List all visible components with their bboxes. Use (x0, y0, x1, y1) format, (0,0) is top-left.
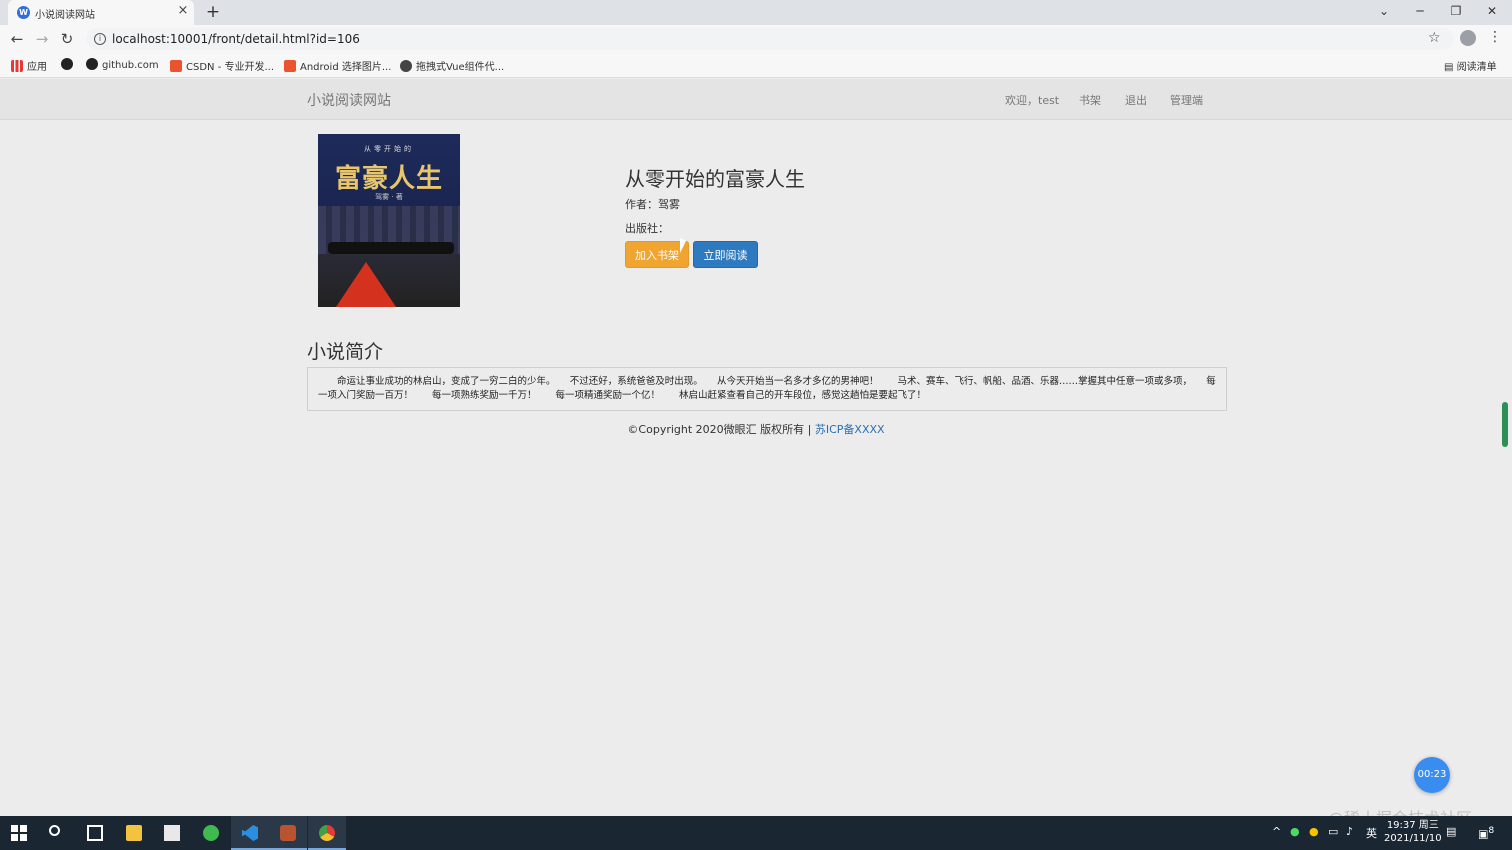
book-publisher: 出版社： (625, 222, 669, 235)
vue-icon (400, 60, 412, 72)
footer-copyright: ©Copyright 2020微眼汇 版权所有 | (627, 423, 815, 436)
notification-count: 8 (1488, 825, 1495, 836)
vscode-icon (242, 825, 258, 841)
bookmark-csdn[interactable]: CSDN - 专业开发... (170, 58, 274, 73)
tab-title: 小说阅读网站 (35, 10, 95, 21)
network-icon[interactable]: ▭ (1328, 825, 1338, 838)
page-content: 小说阅读网站 欢迎，test 书架 退出 管理端 从零开始的 富豪人生 驾雾 ·… (0, 79, 1512, 828)
tab-close-icon[interactable]: × (176, 4, 190, 18)
windows-logo-icon (11, 825, 27, 841)
new-tab-button[interactable]: + (204, 2, 222, 22)
browser-green-icon (203, 825, 219, 841)
windows-taskbar: ^ ● ● ▭ ♪ 英 19:37 周三 2021/11/10 ▤ ▣8 (0, 816, 1512, 850)
taskbar-store[interactable] (153, 816, 191, 850)
bookmark-github[interactable]: github.com (86, 58, 159, 71)
folder-icon (126, 825, 142, 841)
chrome-icon (319, 825, 335, 841)
book-cover-image: 从零开始的 富豪人生 驾雾 · 著 (318, 134, 460, 307)
tray-chevron-icon[interactable]: ^ (1272, 825, 1281, 838)
ime-indicator[interactable]: 英 (1366, 825, 1377, 841)
github-icon (86, 58, 98, 70)
icp-link[interactable]: 苏ICP备XXXX (815, 423, 885, 436)
cover-red-carpet (336, 262, 396, 307)
cover-limousine (328, 242, 454, 254)
csdn-icon (284, 60, 296, 72)
book-author: 作者：驾雾 (625, 198, 680, 211)
notes-icon[interactable]: ▤ (1446, 825, 1456, 838)
taskbar-task-view[interactable] (76, 816, 114, 850)
apps-icon (11, 60, 23, 72)
task-view-icon (87, 825, 103, 841)
cover-subtitle: 从零开始的 (364, 145, 414, 153)
csdn-icon (170, 60, 182, 72)
restore-icon[interactable]: ❐ (1446, 2, 1466, 20)
action-center-icon[interactable]: ▣8 (1478, 825, 1494, 841)
taskbar-browser-360[interactable] (192, 816, 230, 850)
taskbar-vscode[interactable] (231, 816, 269, 850)
intro-text: 命运让事业成功的林启山，变成了一穷二白的少年。 不过还好，系统爸爸及时出现。 从… (307, 367, 1227, 411)
tab-search-chevron-icon[interactable]: ⌄ (1374, 2, 1394, 20)
system-clock[interactable]: 19:37 周三 2021/11/10 (1384, 819, 1442, 845)
browser-tabstrip: W 小说阅读网站 × + ⌄ ─ ❐ ✕ (0, 0, 1512, 25)
clock-date: 2021/11/10 (1384, 833, 1442, 844)
nav-admin[interactable]: 管理端 (1170, 92, 1203, 108)
forward-arrow-icon[interactable]: → (32, 29, 52, 49)
search-icon (49, 825, 60, 836)
browser-menu-icon[interactable]: ⋮ (1488, 29, 1502, 45)
profile-avatar-icon[interactable] (1460, 30, 1476, 46)
back-arrow-icon[interactable]: ← (7, 29, 27, 49)
volume-icon[interactable]: ♪ (1346, 825, 1353, 838)
intro-heading: 小说简介 (307, 341, 384, 363)
site-navbar: 小说阅读网站 欢迎，test 书架 退出 管理端 (0, 79, 1512, 120)
taskbar-chrome[interactable] (308, 816, 346, 850)
minimize-icon[interactable]: ─ (1410, 2, 1430, 20)
app-icon (280, 825, 296, 841)
clock-time: 19:37 周三 (1386, 820, 1439, 831)
nav-bookshelf[interactable]: 书架 (1079, 92, 1101, 108)
github-icon (61, 58, 73, 70)
url-text[interactable]: localhost:10001/front/detail.html?id=106 (112, 32, 360, 46)
cover-author: 驾雾 · 著 (375, 193, 403, 201)
store-icon (164, 825, 180, 841)
bookmark-apps[interactable]: 应用 (11, 58, 47, 73)
taskbar-app[interactable] (269, 816, 307, 850)
taskbar-file-explorer[interactable] (115, 816, 153, 850)
bookmark-star-icon[interactable]: ☆ (1428, 30, 1441, 46)
footer: ©Copyright 2020微眼汇 版权所有 | 苏ICP备XXXX (0, 421, 1512, 437)
browser-toolbar: ← → ↻ i localhost:10001/front/detail.htm… (0, 25, 1512, 53)
reload-icon[interactable]: ↻ (57, 29, 77, 49)
read-now-button[interactable]: 立即阅读 (693, 241, 758, 268)
cover-title: 富豪人生 (334, 164, 443, 194)
reading-list-icon: ▤ (1444, 62, 1457, 73)
site-info-icon[interactable]: i (94, 33, 106, 45)
nav-logout[interactable]: 退出 (1125, 92, 1147, 108)
book-title: 从零开始的富豪人生 (625, 167, 805, 191)
bookmark-github-icon-only[interactable] (61, 58, 77, 71)
close-window-icon[interactable]: ✕ (1482, 2, 1502, 20)
reading-list-button[interactable]: ▤ 阅读清单 (1444, 58, 1497, 73)
page-scrollbar[interactable] (1502, 402, 1508, 447)
bookmark-android[interactable]: Android 选择图片... (284, 58, 391, 73)
site-favicon-icon: W (17, 6, 30, 19)
mouse-cursor-icon (680, 238, 686, 253)
bookmarks-bar: 应用 github.com CSDN - 专业开发... Android 选择图… (0, 53, 1512, 78)
browser-tab[interactable]: W 小说阅读网站 × (8, 0, 194, 25)
bookmark-vue[interactable]: 拖拽式Vue组件代... (400, 58, 504, 73)
app-tray-icon[interactable]: ● (1309, 825, 1319, 838)
taskbar-search[interactable] (38, 816, 76, 850)
site-brand[interactable]: 小说阅读网站 (307, 90, 391, 110)
address-bar[interactable]: i localhost:10001/front/detail.html?id=1… (86, 28, 1454, 50)
recording-timer-badge[interactable]: 00:23 (1414, 757, 1450, 793)
nav-welcome[interactable]: 欢迎，test (1005, 92, 1059, 108)
wechat-tray-icon[interactable]: ● (1290, 825, 1300, 838)
start-button[interactable] (0, 816, 38, 850)
